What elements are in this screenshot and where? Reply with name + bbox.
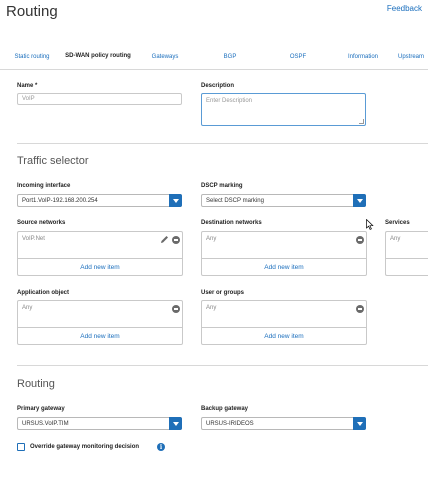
resize-grip-icon[interactable]: [359, 119, 364, 124]
tab-sdwan-policy-routing[interactable]: SD-WAN policy routing: [65, 44, 131, 69]
chevron-down-icon[interactable]: [353, 417, 366, 430]
application-object-list: Any Add new item: [17, 300, 183, 345]
description-label: Description: [201, 83, 235, 89]
tab-static-routing[interactable]: Static routing: [8, 44, 56, 69]
user-groups-label: User or groups: [201, 290, 245, 296]
divider: [17, 143, 428, 144]
feedback-link[interactable]: Feedback: [387, 4, 422, 13]
override-gateway-label: Override gateway monitoring decision: [30, 444, 140, 450]
dscp-marking-select[interactable]: Select DSCP marking: [201, 194, 366, 207]
description-field[interactable]: Enter Description: [201, 93, 366, 126]
name-field[interactable]: VoIP: [17, 93, 182, 105]
application-object-add-button[interactable]: Add new item: [18, 327, 182, 344]
source-networks-add-button[interactable]: Add new item: [18, 258, 182, 275]
source-networks-label: Source networks: [17, 220, 66, 226]
list-item: Any: [206, 305, 217, 311]
backup-gateway-label: Backup gateway: [201, 406, 249, 412]
list-item: VoIP.Net: [22, 236, 45, 242]
primary-gateway-select[interactable]: URSUS.VoIP.TIM: [17, 417, 182, 430]
incoming-interface-select[interactable]: Port1.VoIP-192.168.200.254: [17, 194, 182, 207]
chevron-down-icon[interactable]: [169, 417, 182, 430]
source-networks-list: VoIP.Net Add new item: [17, 231, 183, 276]
services-label: Services: [385, 220, 410, 226]
incoming-interface-value: Port1.VoIP-192.168.200.254: [22, 197, 98, 204]
dscp-marking-value: Select DSCP marking: [206, 197, 264, 204]
chevron-down-icon[interactable]: [169, 194, 182, 207]
name-label: Name *: [17, 83, 38, 89]
user-groups-list: Any Add new item: [201, 300, 367, 345]
services-list: Any: [385, 231, 428, 276]
divider: [17, 365, 428, 366]
application-object-label: Application object: [17, 290, 70, 296]
backup-gateway-select[interactable]: URSUS-IRIDEOS: [201, 417, 366, 430]
description-placeholder: Enter Description: [206, 98, 253, 104]
list-item: Any: [390, 236, 401, 242]
minus-circle-icon[interactable]: [356, 305, 364, 313]
minus-circle-icon[interactable]: [356, 236, 364, 244]
info-icon[interactable]: i: [157, 443, 165, 451]
pencil-icon[interactable]: [160, 235, 169, 244]
traffic-selector-title: Traffic selector: [17, 155, 89, 167]
primary-gateway-label: Primary gateway: [17, 406, 65, 412]
chevron-down-icon[interactable]: [353, 194, 366, 207]
list-item: Any: [22, 305, 33, 311]
mouse-cursor-icon: [366, 219, 374, 230]
minus-circle-icon[interactable]: [172, 236, 180, 244]
tab-bar: Static routing SD-WAN policy routing Gat…: [0, 44, 428, 70]
override-gateway-checkbox[interactable]: [17, 443, 25, 451]
list-item: Any: [206, 236, 217, 242]
primary-gateway-value: URSUS.VoIP.TIM: [22, 420, 69, 427]
destination-networks-add-button[interactable]: Add new item: [202, 258, 366, 275]
destination-networks-list: Any Add new item: [201, 231, 367, 276]
tab-upstream[interactable]: Upstream: [398, 44, 428, 69]
tab-gateways[interactable]: Gateways: [141, 44, 189, 69]
minus-circle-icon[interactable]: [172, 305, 180, 313]
tab-bgp[interactable]: BGP: [210, 44, 250, 69]
backup-gateway-value: URSUS-IRIDEOS: [206, 420, 254, 427]
page-title: Routing: [6, 3, 58, 20]
dscp-marking-label: DSCP marking: [201, 183, 243, 189]
user-groups-add-button[interactable]: Add new item: [202, 327, 366, 344]
incoming-interface-label: Incoming interface: [17, 183, 71, 189]
routing-section-title: Routing: [17, 378, 55, 390]
services-add-area[interactable]: [386, 258, 428, 275]
destination-networks-label: Destination networks: [201, 220, 262, 226]
tab-information[interactable]: Information: [338, 44, 388, 69]
tab-ospf[interactable]: OSPF: [278, 44, 318, 69]
